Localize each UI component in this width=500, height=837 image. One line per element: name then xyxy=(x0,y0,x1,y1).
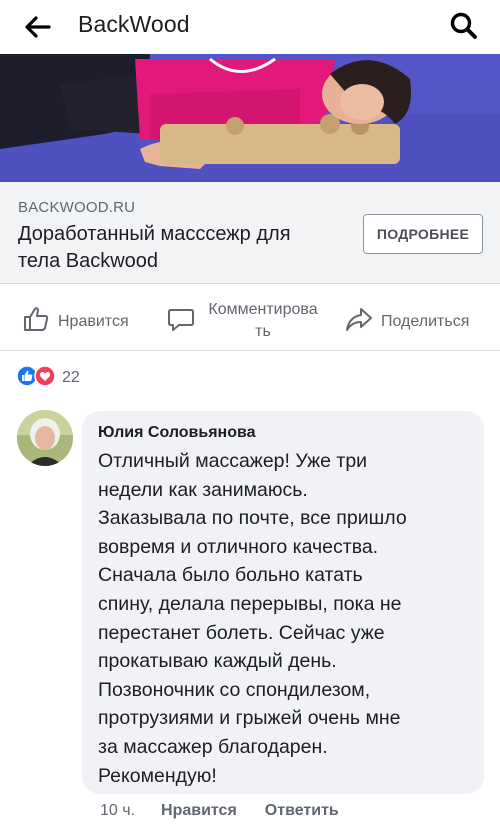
comment-line: прокатываю каждый день. xyxy=(98,650,337,673)
page-title: BackWood xyxy=(78,11,190,37)
comment-bubble-icon xyxy=(167,305,195,338)
top-bar: BackWood xyxy=(0,0,500,54)
comment-line: спину, делала перерывы, пока не xyxy=(98,592,402,615)
share-button[interactable]: Поделиться xyxy=(345,305,469,338)
comment-bubble: Юлия Соловьянова Отличный массажер! Уже … xyxy=(82,411,484,794)
search-icon[interactable] xyxy=(446,8,482,44)
post-image[interactable] xyxy=(0,54,500,182)
avatar[interactable] xyxy=(17,410,73,466)
comment-label-line2: ть xyxy=(255,323,271,340)
like-label: Нравится xyxy=(58,312,129,330)
comment-line: перестанет болеть. Сейчас уже xyxy=(98,621,385,644)
thumbs-up-icon xyxy=(22,305,50,338)
more-details-button[interactable]: ПОДРОБНЕЕ xyxy=(363,214,483,254)
comment-line: недели как занимаюсь. xyxy=(98,478,308,501)
comment-timestamp[interactable]: 10 ч. xyxy=(100,802,135,820)
comment-text: Отличный массажер! Уже три недели как за… xyxy=(98,447,476,790)
reaction-count: 22 xyxy=(62,369,80,386)
post-actions-bar: Нравится Комментирова ть Поделиться xyxy=(0,285,500,351)
comment-line: за массажер благодарен. xyxy=(98,735,328,758)
comment-line: Отличный массажер! Уже три xyxy=(98,450,368,472)
share-arrow-icon xyxy=(345,305,373,338)
reactions-summary[interactable]: 22 xyxy=(16,364,80,392)
comment-line: Заказывала по почте, все пришло xyxy=(98,507,407,530)
comment-line: Рекомендую! xyxy=(98,764,217,787)
comment-reply-link[interactable]: Ответить xyxy=(265,802,339,820)
link-title[interactable]: Доработанный масссежр для тела Backwood xyxy=(18,221,338,275)
share-label: Поделиться xyxy=(381,312,470,330)
back-arrow-icon[interactable] xyxy=(20,12,56,42)
comment-button[interactable]: Комментирова ть xyxy=(167,299,329,343)
comment-author[interactable]: Юлия Соловьянова xyxy=(98,424,256,442)
comment-line: Позвоночник со спондилезом, xyxy=(98,678,371,701)
comment-label-line1: Комментирова xyxy=(208,301,318,318)
link-domain: BACKWOOD.RU xyxy=(18,199,136,216)
like-button[interactable]: Нравится xyxy=(22,305,129,338)
comment-meta: 10 ч. Нравится Ответить xyxy=(100,802,339,820)
love-reaction-icon xyxy=(34,364,56,392)
comment-line: Сначала было больно катать xyxy=(98,564,363,587)
comment-line: вовремя и отличного качества. xyxy=(98,535,379,558)
comment-like-link[interactable]: Нравится xyxy=(161,802,237,820)
comment-line: протрузиями и грыжей очень мне xyxy=(98,707,401,730)
